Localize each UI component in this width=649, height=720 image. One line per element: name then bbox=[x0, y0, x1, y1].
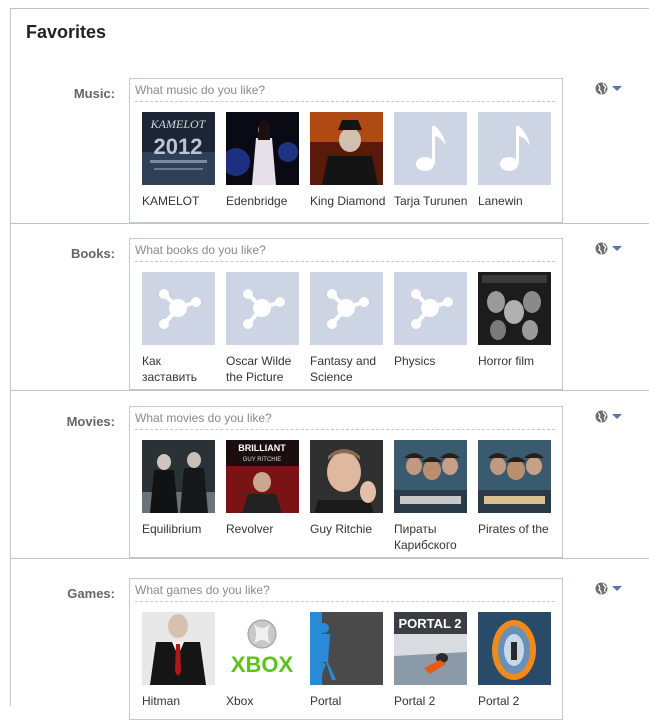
item-label: Edenbridge bbox=[226, 194, 288, 208]
pirates-poster bbox=[478, 440, 551, 513]
divider bbox=[10, 223, 649, 224]
xbox-logo: XBOX bbox=[226, 612, 299, 685]
share-graph-icon bbox=[310, 272, 383, 345]
favorite-item[interactable]: Physics bbox=[394, 272, 478, 385]
favorite-item[interactable]: Horror film bbox=[478, 272, 562, 385]
share-graph-icon bbox=[394, 272, 467, 345]
equilibrium-poster bbox=[142, 440, 215, 513]
svg-text:2012: 2012 bbox=[154, 134, 203, 159]
games-input[interactable] bbox=[135, 579, 555, 602]
svg-text:GUY RITCHIE: GUY RITCHIE bbox=[243, 457, 282, 463]
svg-text:PORTAL 2: PORTAL 2 bbox=[398, 616, 461, 631]
section-label: Games: bbox=[67, 586, 115, 601]
favorites-box: KAMELOT 2012 KAMELOT bbox=[129, 78, 563, 223]
portal-art bbox=[310, 612, 383, 685]
favorite-item[interactable]: KAMELOT 2012 KAMELOT bbox=[142, 112, 226, 209]
item-label: Fantasy and Science bbox=[310, 354, 377, 384]
section-movies: Movies: Equilibrium bbox=[10, 406, 649, 558]
favorite-item[interactable]: Edenbridge bbox=[226, 112, 310, 209]
globe-icon bbox=[595, 410, 608, 423]
singer-on-stage-photo bbox=[226, 112, 299, 185]
favorite-item[interactable]: Portal 2 bbox=[478, 612, 562, 709]
item-label: Revolver bbox=[226, 522, 274, 536]
music-note-icon bbox=[394, 112, 467, 185]
globe-icon bbox=[595, 242, 608, 255]
favorite-item[interactable]: Пираты Карибского bbox=[394, 440, 478, 553]
favorite-item[interactable]: Oscar Wilde the Picture bbox=[226, 272, 310, 385]
favorites-box: Как заставить Oscar Wilde the Picture Fa… bbox=[129, 238, 563, 390]
item-label: Lanewin bbox=[478, 194, 523, 208]
share-graph-icon bbox=[226, 272, 299, 345]
section-books: Books: Как заставить Oscar Wilde the Pic… bbox=[10, 238, 649, 390]
item-label: Tarja Turunen bbox=[394, 194, 468, 208]
pirates-poster bbox=[394, 440, 467, 513]
item-label: Xbox bbox=[226, 694, 254, 708]
kamelot-album-cover: KAMELOT 2012 bbox=[142, 112, 215, 185]
globe-icon bbox=[595, 82, 608, 95]
privacy-selector[interactable] bbox=[595, 242, 622, 255]
divider bbox=[10, 390, 649, 391]
item-label: Pirates of the bbox=[478, 522, 549, 536]
globe-icon bbox=[595, 582, 608, 595]
item-label: Physics bbox=[394, 354, 436, 368]
caret-down-icon bbox=[612, 586, 622, 591]
section-music: Music: KAMELOT 2012 KAMELOT bbox=[10, 78, 649, 223]
favorite-item[interactable]: Lanewin bbox=[478, 112, 562, 209]
item-label: KAMELOT bbox=[142, 194, 200, 208]
privacy-selector[interactable] bbox=[595, 82, 622, 95]
item-label: Portal bbox=[310, 694, 342, 708]
classic-monsters-poster bbox=[478, 272, 551, 345]
item-label: Пираты Карибского bbox=[394, 522, 457, 552]
page-title: Favorites bbox=[26, 22, 107, 42]
item-label: Как заставить bbox=[142, 354, 198, 384]
section-label: Music: bbox=[73, 86, 115, 101]
item-label: Hitman bbox=[142, 694, 181, 708]
revolver-poster: BRILLIANT GUY RITCHIE bbox=[226, 440, 299, 513]
section-label: Movies: bbox=[66, 414, 115, 429]
favorite-item[interactable]: XBOX Xbox bbox=[226, 612, 310, 709]
item-label: Equilibrium bbox=[142, 522, 202, 536]
favorite-item[interactable]: BRILLIANT GUY RITCHIE Revolver bbox=[226, 440, 310, 553]
favorite-item[interactable]: Equilibrium bbox=[142, 440, 226, 553]
item-label: King Diamond bbox=[310, 194, 386, 208]
item-label: Portal 2 bbox=[478, 694, 520, 708]
item-label: Oscar Wilde the Picture bbox=[226, 354, 292, 384]
caret-down-icon bbox=[612, 246, 622, 251]
svg-text:BRILLIANT: BRILLIANT bbox=[238, 443, 286, 453]
movies-input[interactable] bbox=[135, 407, 555, 430]
section-games: Games: Hitman bbox=[10, 578, 649, 720]
divider bbox=[10, 558, 649, 559]
favorite-item[interactable]: Tarja Turunen bbox=[394, 112, 478, 209]
caret-down-icon bbox=[612, 86, 622, 91]
favorite-item[interactable]: Fantasy and Science bbox=[310, 272, 394, 385]
privacy-selector[interactable] bbox=[595, 582, 622, 595]
performer-stage-photo bbox=[310, 112, 383, 185]
privacy-selector[interactable] bbox=[595, 410, 622, 423]
favorite-item[interactable]: Pirates of the bbox=[478, 440, 562, 553]
item-label: Guy Ritchie bbox=[310, 522, 373, 536]
hitman-art bbox=[142, 612, 215, 685]
portal-2-art bbox=[478, 612, 551, 685]
item-label: Portal 2 bbox=[394, 694, 436, 708]
favorites-box: Equilibrium BRILLIANT GUY RITCHIE Revolv… bbox=[129, 406, 563, 558]
guy-ritchie-photo bbox=[310, 440, 383, 513]
favorite-item[interactable]: King Diamond bbox=[310, 112, 394, 209]
section-label: Books: bbox=[70, 246, 115, 261]
books-input[interactable] bbox=[135, 239, 555, 262]
caret-down-icon bbox=[612, 414, 622, 419]
portal-2-cover: PORTAL 2 bbox=[394, 612, 467, 685]
favorite-item[interactable]: Hitman bbox=[142, 612, 226, 709]
favorites-box: Hitman XBOX Xbox bbox=[129, 578, 563, 720]
music-note-icon bbox=[478, 112, 551, 185]
share-graph-icon bbox=[142, 272, 215, 345]
favorite-item[interactable]: Как заставить bbox=[142, 272, 226, 385]
item-label: Horror film bbox=[478, 354, 534, 368]
svg-text:KAMELOT: KAMELOT bbox=[150, 117, 207, 131]
svg-text:XBOX: XBOX bbox=[231, 652, 294, 677]
favorite-item[interactable]: Guy Ritchie bbox=[310, 440, 394, 553]
music-input[interactable] bbox=[135, 79, 555, 102]
favorite-item[interactable]: Portal bbox=[310, 612, 394, 709]
favorite-item[interactable]: PORTAL 2 Portal 2 bbox=[394, 612, 478, 709]
